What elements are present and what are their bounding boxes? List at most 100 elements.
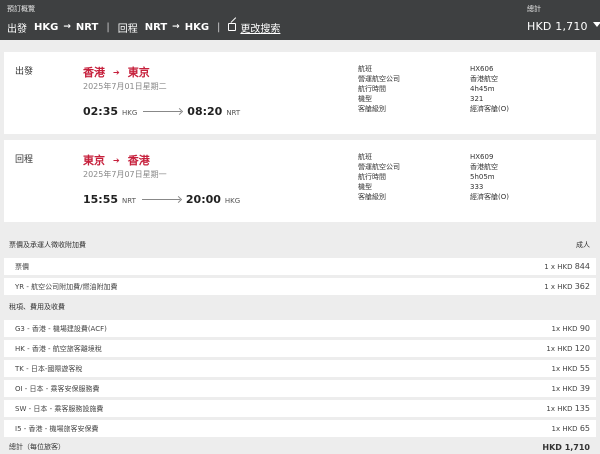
arrive-code: HKG [224, 197, 241, 205]
booking-summary-header: 預訂概覽 總計 出發 HKG → NRT | 回程 NRT → HKG | 更改… [0, 0, 600, 40]
header-title: 預訂概覽 [7, 5, 35, 13]
total-value: HKD 1,710 [542, 442, 590, 452]
outbound-to-code: NRT [75, 21, 99, 33]
fare-amount: 1 x HKD 844 [544, 262, 590, 271]
detail-value: HX606 [470, 65, 494, 73]
tax-value: 90 [579, 324, 590, 333]
arrive-code: NRT [226, 109, 241, 117]
depart-time: 15:55 [83, 193, 119, 206]
section-title: 票價及承運人徵收附加費 [9, 240, 86, 249]
tax-amount: 1x HKD 39 [552, 384, 591, 393]
fare-label: 票價 [15, 262, 29, 271]
tax-label: I5 - 香港 - 機場旅客安保費 [15, 424, 99, 433]
flight-times: 15:55 NRT 20:00 HKG [83, 193, 240, 206]
tax-label: SW - 日本 - 乘客服務設施費 [15, 404, 104, 413]
flight-detail-values: HX609 香港航空 5h05m 333 經濟客艙(O) [470, 152, 509, 202]
detail-value: 333 [470, 183, 484, 191]
arrive-time: 08:20 [187, 105, 223, 118]
tax-row: HK - 香港 - 航空旅客離境稅 1x HKD 120 [4, 340, 596, 357]
tax-row: G3 - 香港 - 機場建設費(ACF) 1x HKD 90 [4, 320, 596, 337]
arrow-right-icon: → [172, 22, 180, 32]
fare-amount: 1 x HKD 362 [544, 282, 590, 291]
fare-value: 844 [574, 262, 590, 271]
tax-label: TK - 日本-國際遊客稅 [15, 364, 83, 373]
return-label: 回程 [117, 23, 138, 35]
tax-amount: 1x HKD 90 [552, 324, 591, 333]
detail-value: 經濟客艙(O) [470, 193, 509, 201]
total-label: 總計（每位旅客） [9, 443, 65, 451]
flight-detail-values: HX606 香港航空 4h45m 321 經濟客艙(O) [470, 64, 509, 114]
detail-label: 航行時間 [358, 173, 386, 181]
edit-search-button[interactable]: 更改搜索 [228, 20, 280, 35]
depart-code: NRT [122, 197, 136, 205]
tax-amount: 1x HKD 65 [552, 424, 591, 433]
detail-label: 營運航空公司 [358, 163, 400, 171]
tax-value: 65 [579, 424, 590, 433]
depart-time: 02:35 [83, 105, 119, 118]
tax-amount: 1x HKD 135 [546, 404, 590, 413]
tax-amount: 1x HKD 120 [546, 344, 590, 353]
long-arrow-icon [143, 111, 182, 112]
detail-value: 經濟客艙(O) [470, 105, 509, 113]
detail-label: 機型 [358, 183, 372, 191]
tax-multiplier: 1x HKD [546, 345, 573, 353]
flight-direction: 出發 [15, 67, 34, 77]
detail-label: 航班 [358, 65, 372, 73]
tax-multiplier: 1x HKD [551, 425, 578, 433]
detail-label: 航行時間 [358, 85, 386, 93]
flight-detail-labels: 航班 營運航空公司 航行時間 機型 客艙級別 [358, 152, 400, 202]
chevron-down-icon[interactable] [593, 22, 600, 27]
to-city: 東京 [127, 66, 150, 79]
outbound-from-code: HKG [34, 21, 59, 33]
detail-value: 5h05m [470, 173, 495, 181]
flight-date: 2025年7月01日星期二 [83, 82, 167, 91]
fare-multiplier: 1 x HKD [544, 283, 573, 291]
detail-value: 香港航空 [470, 163, 498, 171]
outbound-flight-card: 出發 香港 ➔ 東京 2025年7月01日星期二 02:35 HKG 08:20… [4, 52, 596, 134]
tax-value: 135 [574, 404, 590, 413]
tax-multiplier: 1x HKD [551, 385, 578, 393]
arrow-right-icon: ➔ [113, 155, 120, 165]
tax-label: OI - 日本 - 乘客安保服務費 [15, 384, 100, 393]
header-total-value: HKD 1,710 [527, 20, 588, 33]
tax-row: TK - 日本-國際遊客稅 1x HKD 55 [4, 360, 596, 377]
flight-route: 香港 ➔ 東京 [83, 64, 150, 80]
flight-route: 東京 ➔ 香港 [83, 152, 150, 168]
fare-value: 362 [574, 282, 590, 291]
fare-multiplier: 1 x HKD [544, 263, 573, 271]
tax-value: 39 [579, 384, 590, 393]
tax-label: G3 - 香港 - 機場建設費(ACF) [15, 324, 107, 333]
flight-times: 02:35 HKG 08:20 NRT [83, 105, 240, 118]
to-city: 香港 [127, 154, 150, 167]
tax-row: SW - 日本 - 乘客服務設施費 1x HKD 135 [4, 400, 596, 417]
from-city: 香港 [83, 66, 105, 79]
divider: | [217, 21, 221, 33]
arrow-right-icon: ➔ [113, 67, 120, 77]
detail-label: 營運航空公司 [358, 75, 400, 83]
fare-label: YR - 航空公司附加費/燃油附加費 [15, 282, 118, 291]
return-to-code: HKG [184, 21, 210, 33]
passenger-type-label: 成人 [576, 240, 590, 249]
flight-direction: 回程 [15, 155, 34, 165]
tax-multiplier: 1x HKD [546, 405, 573, 413]
detail-value: 香港航空 [470, 75, 498, 83]
flight-detail-labels: 航班 營運航空公司 航行時間 機型 客艙級別 [358, 64, 400, 114]
search-summary: 出發 HKG → NRT | 回程 NRT → HKG | 更改搜索 [7, 20, 280, 35]
detail-label: 機型 [358, 95, 372, 103]
tax-amount: 1x HKD 55 [552, 364, 591, 373]
fare-row: YR - 航空公司附加費/燃油附加費 1 x HKD 362 [4, 278, 596, 295]
flight-date: 2025年7月07日星期一 [83, 170, 167, 179]
return-from-code: NRT [144, 21, 168, 33]
tax-value: 120 [574, 344, 590, 353]
from-city: 東京 [83, 154, 105, 167]
edit-search-label: 更改搜索 [240, 23, 281, 35]
arrive-time: 20:00 [185, 193, 221, 206]
divider: | [106, 21, 110, 33]
detail-value: HX609 [470, 153, 494, 161]
detail-label: 航班 [358, 153, 372, 161]
edit-icon [228, 23, 237, 31]
tax-multiplier: 1x HKD [551, 365, 578, 373]
long-arrow-icon [141, 199, 180, 200]
fare-row: 票價 1 x HKD 844 [4, 258, 596, 275]
depart-code: HKG [122, 109, 138, 117]
